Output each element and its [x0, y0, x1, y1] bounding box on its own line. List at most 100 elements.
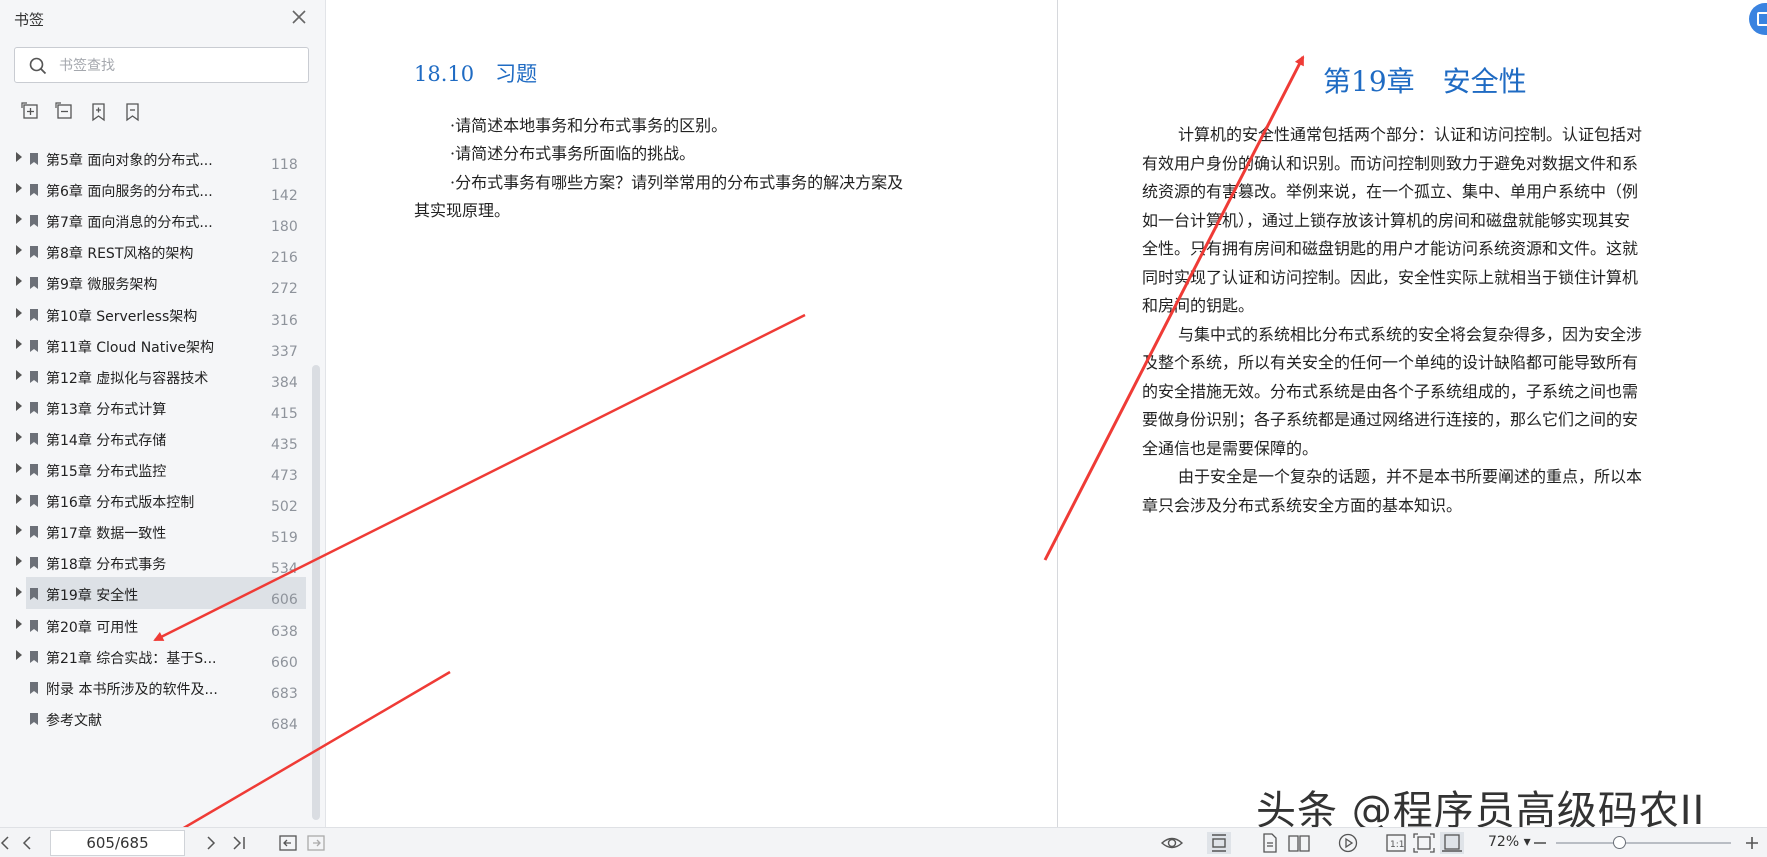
expand-arrow-icon[interactable]	[16, 400, 22, 411]
fit-width-icon[interactable]	[1440, 832, 1464, 854]
bookmark-search-field[interactable]	[14, 47, 309, 83]
expand-arrow-icon[interactable]	[16, 245, 22, 256]
close-icon[interactable]	[288, 6, 310, 28]
bookmark-label: 第6章 面向服务的分布式...	[46, 184, 213, 201]
bookmark-label: 第7章 面向消息的分布式...	[46, 215, 213, 232]
bookmark-flag-icon	[29, 369, 39, 383]
play-icon[interactable]	[1336, 832, 1360, 854]
bookmark-search-input[interactable]	[59, 54, 299, 78]
actual-size-icon[interactable]: 1:1	[1384, 832, 1408, 854]
expand-arrow-icon[interactable]	[16, 525, 22, 536]
zoom-out-icon[interactable]	[1528, 832, 1552, 854]
bookmark-item[interactable]: 第18章 分布式事务 534	[16, 546, 306, 578]
bookmark-page-number: 534	[271, 561, 298, 578]
zoom-slider[interactable]	[1556, 842, 1731, 844]
document-view: 18.10 习题 ·请简述本地事务和分布式事务的区别。 ·请简述分布式事务所面临…	[326, 0, 1767, 834]
bookmark-flag-icon	[29, 275, 39, 290]
bookmark-label: 第5章 面向对象的分布式...	[46, 153, 213, 169]
bookmark-label: 第15章 分布式监控	[46, 464, 167, 480]
bookmark-item[interactable]: 第11章 Cloud Native架构 337	[16, 329, 306, 361]
add-bookmark-icon[interactable]	[88, 101, 110, 123]
bookmark-item[interactable]: 第6章 面向服务的分布式... 142	[16, 173, 306, 205]
sidebar-scrollbar[interactable]	[312, 365, 320, 820]
body-line: 如一台计算机），通过上锁存放该计算机的房间和磁盘就能够实现其安	[1142, 211, 1631, 230]
bookmark-label: 第9章 微服务架构	[46, 277, 158, 294]
bookmark-item[interactable]: 第9章 微服务架构 272	[16, 266, 306, 298]
bookmark-item[interactable]: 第10章 Serverless架构 316	[16, 298, 306, 330]
bookmark-item[interactable]: 第21章 综合实战：基于S... 660	[16, 640, 306, 672]
last-page-icon[interactable]	[228, 832, 250, 854]
body-line: 同时实现了认证和访问控制。因此，安全性实际上就相当于锁住计算机	[1142, 268, 1639, 287]
next-page-icon[interactable]	[200, 832, 222, 854]
body-line: 由于安全是一个复杂的话题，并不是本书所要阐述的重点，所以本	[1178, 467, 1643, 486]
eye-icon[interactable]	[1160, 832, 1184, 854]
expand-arrow-icon[interactable]	[16, 463, 22, 473]
expand-all-icon[interactable]	[20, 101, 42, 123]
bookmark-item[interactable]: 第5章 面向对象的分布式... 118	[16, 142, 306, 174]
expand-arrow-icon[interactable]	[16, 556, 22, 567]
bookmark-flag-icon	[29, 213, 39, 228]
bookmark-page-number: 216	[271, 250, 298, 267]
bookmark-label: 第21章 综合实战：基于S...	[46, 650, 217, 667]
bookmark-item[interactable]: 附录 本书所涉及的软件及... 683	[26, 671, 306, 703]
bookmark-item[interactable]: 第14章 分布式存储 435	[16, 422, 306, 454]
expand-arrow-icon[interactable]	[16, 431, 22, 442]
page-divider	[1057, 0, 1058, 827]
bookmark-item[interactable]: 第16章 分布式版本控制 502	[16, 484, 306, 516]
expand-arrow-icon[interactable]	[16, 649, 22, 660]
body-line: 统资源的有害篡改。举例来说，在一个孤立、集中、单用户系统中（例	[1142, 182, 1639, 201]
expand-arrow-icon[interactable]	[16, 494, 22, 505]
expand-arrow-icon[interactable]	[16, 618, 22, 629]
bookmark-icon[interactable]	[122, 101, 144, 123]
bookmark-item[interactable]: 参考文献 684	[26, 702, 306, 734]
bookmark-item[interactable]: 第17章 数据一致性 519	[16, 515, 306, 547]
fit-page-icon[interactable]	[1412, 832, 1436, 854]
prev-page-icon[interactable]	[16, 832, 38, 854]
collapse-all-icon[interactable]	[54, 101, 76, 123]
expand-arrow-icon[interactable]	[16, 338, 22, 349]
bookmark-flag-icon	[29, 524, 39, 539]
body-line: 与集中式的系统相比分布式系统的安全将会复杂得多，因为安全涉	[1178, 325, 1643, 344]
body-line: 的安全措施无效。分布式系统是由各个子系统组成的，子系统之间也需	[1142, 382, 1639, 401]
share-icon[interactable]	[1749, 3, 1767, 35]
body-line: 章只会涉及分布式系统安全方面的基本知识。	[1142, 496, 1463, 515]
expand-arrow-icon[interactable]	[16, 152, 22, 162]
sidebar-header: 书签	[14, 6, 310, 32]
page-number-input[interactable]: 605/685	[50, 830, 185, 856]
bookmark-item[interactable]: 第19章 安全性 606	[16, 577, 306, 610]
single-page-icon[interactable]	[1258, 832, 1282, 854]
zoom-dropdown[interactable]: 72% ▾	[1488, 834, 1531, 850]
expand-arrow-icon[interactable]	[16, 276, 22, 287]
section-heading: 18.10 习题	[414, 62, 538, 86]
bookmark-item[interactable]: 第20章 可用性 638	[16, 609, 306, 641]
expand-arrow-icon[interactable]	[16, 214, 22, 225]
bookmark-item[interactable]: 第8章 REST风格的架构 216	[16, 235, 306, 267]
expand-arrow-icon[interactable]	[16, 307, 22, 318]
zoom-in-icon[interactable]	[1740, 832, 1764, 854]
search-icon	[29, 57, 47, 75]
svg-text:1:1: 1:1	[1390, 840, 1404, 850]
zoom-slider-handle[interactable]	[1613, 836, 1626, 849]
bookmark-item[interactable]: 第15章 分布式监控 473	[16, 453, 306, 485]
bookmark-page-number: 272	[271, 281, 298, 298]
bookmark-label: 第14章 分布式存储	[46, 432, 167, 449]
bookmark-item[interactable]: 第12章 虚拟化与容器技术 384	[16, 360, 306, 392]
bookmark-label: 第19章 安全性	[46, 588, 139, 605]
two-page-icon[interactable]	[1287, 832, 1311, 854]
expand-arrow-icon[interactable]	[16, 183, 22, 194]
bookmark-page-number: 180	[271, 219, 298, 236]
bookmark-page-number: 435	[271, 436, 298, 453]
continuous-scroll-icon[interactable]	[1207, 832, 1231, 854]
bookmark-label: 附录 本书所涉及的软件及...	[46, 681, 218, 698]
bookmark-item[interactable]: 第7章 面向消息的分布式... 180	[16, 204, 306, 236]
bookmark-flag-icon	[29, 618, 39, 632]
expand-arrow-icon[interactable]	[16, 369, 22, 380]
bookmark-page-number: 118	[271, 157, 298, 173]
forward-icon[interactable]	[305, 832, 327, 854]
pdf-reader-window: 书签 第5章 面向对象的分布	[0, 0, 1767, 857]
back-icon[interactable]	[277, 832, 299, 854]
bookmark-item[interactable]: 第13章 分布式计算 415	[16, 391, 306, 423]
bookmark-flag-icon	[29, 338, 39, 352]
bookmark-page-number: 606	[271, 592, 298, 609]
expand-arrow-icon[interactable]	[16, 587, 22, 598]
